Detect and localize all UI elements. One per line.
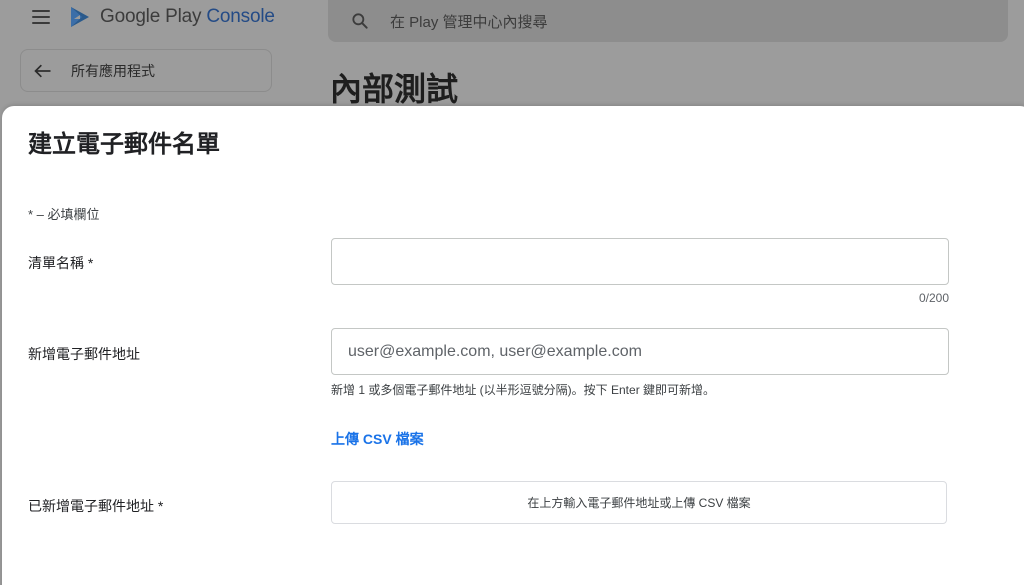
required-fields-note: * – 必填欄位 xyxy=(28,207,100,222)
upload-csv-link[interactable]: 上傳 CSV 檔案 xyxy=(331,429,424,449)
arrow-back-icon xyxy=(34,64,51,77)
app-logo[interactable]: Google Play Console xyxy=(68,3,275,31)
add-email-input[interactable] xyxy=(331,328,949,375)
menu-icon[interactable] xyxy=(32,10,50,24)
all-apps-back-button[interactable]: 所有應用程式 xyxy=(20,49,272,92)
search-icon xyxy=(352,13,368,29)
create-email-list-dialog: 建立電子郵件名單 * – 必填欄位 清單名稱 * 0/200 新增電子郵件地址 … xyxy=(2,106,1024,585)
list-name-input[interactable] xyxy=(331,238,949,285)
add-email-hint: 新增 1 或多個電子郵件地址 (以半形逗號分隔)。按下 Enter 鍵即可新增。 xyxy=(331,383,716,397)
google-play-logo-icon xyxy=(71,7,89,27)
added-emails-box: 在上方輸入電子郵件地址或上傳 CSV 檔案 xyxy=(331,481,947,524)
added-emails-label: 已新增電子郵件地址 * xyxy=(28,498,164,514)
search-placeholder: 在 Play 管理中心內搜尋 xyxy=(390,13,548,31)
added-emails-empty-text: 在上方輸入電子郵件地址或上傳 CSV 檔案 xyxy=(527,496,751,510)
list-name-label: 清單名稱 * xyxy=(28,255,94,271)
logo-text: Google Play Console xyxy=(100,6,275,27)
list-name-char-counter: 0/200 xyxy=(918,291,949,305)
add-email-label: 新增電子郵件地址 xyxy=(28,346,140,362)
all-apps-label: 所有應用程式 xyxy=(71,62,155,79)
search-bar[interactable]: 在 Play 管理中心內搜尋 xyxy=(328,0,1008,42)
page-title: 內部測試 xyxy=(330,71,459,107)
dialog-title: 建立電子郵件名單 xyxy=(28,131,220,158)
